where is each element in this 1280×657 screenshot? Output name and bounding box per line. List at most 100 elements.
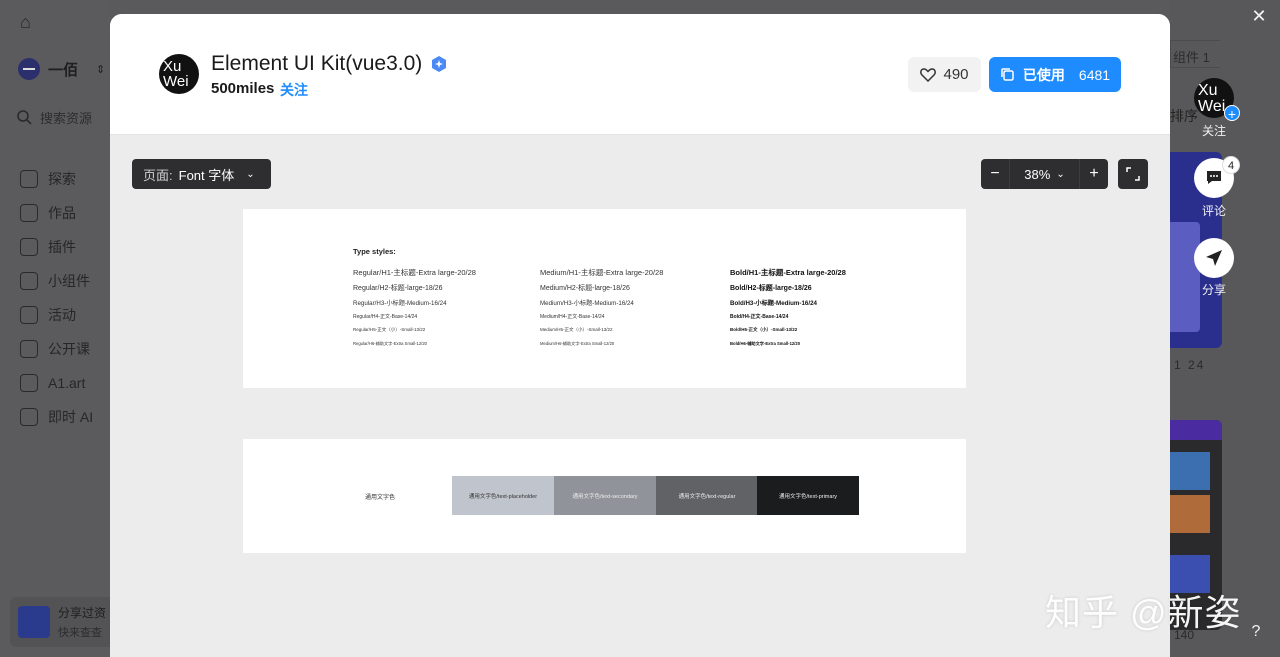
widget-icon <box>20 272 38 290</box>
home-icon[interactable]: ⌂ <box>20 12 40 32</box>
background-chip[interactable]: 组件 1 <box>1170 40 1220 68</box>
puzzle-icon <box>20 238 38 256</box>
type-row: Bold/H2-标题-large-18/26 <box>730 285 812 292</box>
nav-item-plugins[interactable]: 插件 <box>20 230 93 264</box>
avatar-text: Wei <box>163 73 189 90</box>
rail-comment-label: 评论 <box>1201 204 1226 218</box>
type-row: Medium/H2-标题-large-18/26 <box>540 285 630 292</box>
text-color-label: 通用文字色 <box>365 495 396 501</box>
type-row: Bold/H6-辅助文字-Extra Small-12/20 <box>730 341 801 346</box>
explore-icon <box>20 170 38 188</box>
comment-button[interactable]: 4 <box>1194 156 1240 198</box>
verified-badge-icon <box>432 56 446 72</box>
plus-icon: + <box>1224 105 1240 122</box>
resource-modal: Xu Wei Element UI Kit(vue3.0) 500miles 关… <box>110 14 1170 657</box>
use-button[interactable]: 已使用 6481 <box>989 57 1121 92</box>
nav-item-widgets[interactable]: 小组件 <box>20 264 93 298</box>
color-swatch-placeholder: 通用文字色/text-placeholder <box>452 476 554 515</box>
nav-label: 公开课 <box>48 341 90 357</box>
team-logo-icon <box>18 58 40 80</box>
copy-icon <box>1001 68 1014 81</box>
card-thumbnail <box>1170 452 1210 490</box>
close-icon[interactable]: ✕ <box>1249 6 1269 26</box>
help-icon[interactable]: ? <box>1247 623 1265 645</box>
type-row: Regular/H3-小标题-Medium-16/24 <box>353 300 447 307</box>
nav-item-explore[interactable]: 探索 <box>20 162 93 196</box>
modal-header: Xu Wei Element UI Kit(vue3.0) 500miles 关… <box>110 14 1170 135</box>
search-placeholder: 搜索资源 <box>40 110 93 126</box>
nav-label: 活动 <box>48 307 76 323</box>
card-thumbnail <box>1170 420 1222 440</box>
page-select-value: Font 字体 <box>178 167 235 183</box>
author-avatar[interactable]: Xu Wei <box>159 54 199 94</box>
chevron-down-icon: ⌄ <box>246 168 255 180</box>
card-thumbnail <box>1170 222 1200 332</box>
avatar-text: Xu <box>1198 82 1218 99</box>
color-swatch-regular: 通用文字色/text-regular <box>656 476 758 515</box>
share-banner-logo <box>18 606 50 638</box>
like-button[interactable]: 490 <box>908 57 981 92</box>
share-banner[interactable]: 分享过资 快来查查 <box>10 597 120 647</box>
use-count: 6481 <box>1078 66 1111 83</box>
heart-icon <box>920 68 937 82</box>
type-row: Regular/H1-主标题-Extra large-20/28 <box>353 268 476 277</box>
nav-label: 即时 AI <box>48 409 94 425</box>
zoom-controls: − 38% ⌄ + <box>981 159 1108 189</box>
preview-frame-text-colors: 通用文字色 通用文字色/text-placeholder 通用文字色/text-… <box>243 439 966 553</box>
type-column-bold: Bold/H1-主标题-Extra large-20/28 Bold/H2-标题… <box>730 267 846 355</box>
team-name: 一佰 <box>48 61 79 79</box>
zoom-in-button[interactable]: + <box>1080 159 1108 189</box>
type-row: Bold/H4-正文-Base-14/24 <box>730 314 789 320</box>
share-banner-subtitle: 快来查查 <box>58 627 102 639</box>
nav-item-a1art[interactable]: A1.art <box>20 366 93 400</box>
author-name[interactable]: 500miles <box>211 80 274 97</box>
zoom-level-select[interactable]: 38% ⌄ <box>1009 159 1080 189</box>
type-row: Bold/H1-主标题-Extra large-20/28 <box>730 268 846 277</box>
type-row: Medium/H5-正文（小）-Small-13/22 <box>540 327 613 332</box>
fullscreen-button[interactable] <box>1118 159 1148 189</box>
background-nav: 探索 作品 插件 小组件 活动 公开课 A1.art 即时 AI <box>20 162 93 434</box>
search-icon <box>17 110 32 125</box>
nav-item-works[interactable]: 作品 <box>20 196 93 230</box>
card-thumbnail <box>1170 495 1210 533</box>
type-row: Medium/H1-主标题-Extra large-20/28 <box>540 268 664 277</box>
comment-count-badge: 4 <box>1222 156 1240 174</box>
color-swatch-primary: 通用文字色/text-primary <box>757 476 859 515</box>
like-count: 490 <box>943 66 969 83</box>
nav-item-courses[interactable]: 公开课 <box>20 332 93 366</box>
avatar-text: Xu <box>163 58 182 75</box>
nav-item-instant-ai[interactable]: 即时 AI <box>20 400 93 434</box>
nav-label: 探索 <box>48 171 76 187</box>
type-column-medium: Medium/H1-主标题-Extra large-20/28 Medium/H… <box>540 267 663 355</box>
chevron-updown-icon: ⇕ <box>96 63 106 76</box>
preview-frame-type-styles: Type styles: Regular/H1-主标题-Extra large-… <box>243 209 966 388</box>
background-card-stats: 1 24 <box>1174 358 1206 372</box>
rail-follow-label[interactable]: 关注 <box>1192 122 1236 139</box>
author-avatar-small[interactable]: Xu Wei + <box>1194 78 1240 122</box>
team-switcher[interactable]: 一佰 ⇕ <box>18 58 105 80</box>
type-row: Bold/H3-小标题-Medium-16/24 <box>730 300 817 307</box>
type-row: Regular/H6-辅助文字-Extra Small-12/20 <box>353 341 428 346</box>
send-icon <box>1206 250 1222 266</box>
zoom-out-button[interactable]: − <box>981 159 1009 189</box>
page-select[interactable]: 页面: Font 字体 ⌄ <box>132 159 271 189</box>
type-row: Regular/H2-标题-large-18/26 <box>353 285 443 292</box>
nav-label: 小组件 <box>48 273 90 289</box>
rail-share-label: 分享 <box>1201 283 1226 297</box>
type-row: Regular/H4-正文-Base-14/24 <box>353 314 418 320</box>
resource-title: Element UI Kit(vue3.0) <box>211 52 423 75</box>
nav-label: 插件 <box>48 239 76 255</box>
nav-label: A1.art <box>48 375 86 391</box>
share-button[interactable] <box>1194 238 1234 278</box>
type-row: Medium/H6-辅助文字-Extra Small-12/20 <box>540 341 615 346</box>
fullscreen-icon <box>1126 167 1140 181</box>
magic-wand-icon <box>20 408 38 426</box>
nav-item-events[interactable]: 活动 <box>20 298 93 332</box>
zoom-value: 38% <box>1024 166 1051 182</box>
type-row: Medium/H3-小标题-Medium-16/24 <box>540 300 634 307</box>
book-icon <box>20 340 38 358</box>
chevron-down-icon: ⌄ <box>1056 168 1065 180</box>
follow-link[interactable]: 关注 <box>280 80 308 100</box>
type-row: Regular/H5-正文（小）-Small-13/22 <box>353 327 426 332</box>
file-icon <box>20 204 38 222</box>
